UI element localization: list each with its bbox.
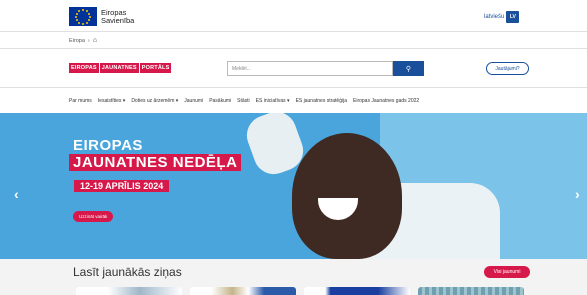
nav-item-get-involved[interactable]: Iesaistīties ▾	[98, 98, 126, 104]
portal-logo-word-1: EIROPAS	[69, 63, 99, 73]
news-card-image	[190, 287, 296, 295]
breadcrumb-divider	[0, 48, 587, 49]
header-divider	[0, 31, 587, 32]
eu-logo-text: Eiropas Savienība	[101, 8, 135, 25]
home-icon[interactable]: ⌂	[93, 37, 97, 44]
hero-title: EIROPAS JAUNATNES NEDĒĻA	[69, 137, 242, 171]
news-card[interactable]	[304, 287, 410, 295]
news-card[interactable]	[76, 287, 182, 295]
news-card-image	[304, 287, 410, 295]
news-card[interactable]	[190, 287, 296, 295]
language-label: latviešu	[484, 14, 505, 20]
eu-logo-line2: Savienība	[101, 15, 135, 25]
nav-item-events[interactable]: Pasākumi	[209, 98, 231, 104]
hero-title-line2: JAUNATNES NEDĒĻA	[69, 154, 242, 171]
hero-person-face	[292, 133, 402, 259]
hero-date: 12-19 APRĪLIS 2024	[74, 180, 170, 192]
breadcrumb-root[interactable]: Eiropa	[69, 38, 85, 44]
carousel-prev-icon[interactable]: ‹	[14, 186, 19, 202]
nav-item-about[interactable]: Par mums	[69, 98, 92, 104]
youth-portal-logo[interactable]: EIROPAS JAUNATNES PORTĀLS	[69, 63, 172, 73]
nav-item-go-abroad[interactable]: Doties uz ārzemēm ▾	[131, 98, 178, 104]
news-card-image	[418, 287, 524, 295]
nav-item-youth-year[interactable]: Eiropas Jaunatnes gads 2022	[353, 98, 419, 104]
hero-title-line1: EIROPAS	[73, 137, 143, 154]
eu-logo[interactable]: Eiropas Savienība	[69, 7, 134, 26]
questions-button[interactable]: Jautājumi?	[486, 62, 529, 75]
portal-divider	[0, 87, 587, 88]
portal-logo-word-2: JAUNATNES	[99, 63, 139, 73]
news-section-title: Lasīt jaunākās ziņas	[73, 265, 182, 279]
search-input[interactable]: Meklēt...	[227, 61, 393, 76]
nav-item-youth-strategy[interactable]: ES jaunatnes stratēģija	[296, 98, 347, 104]
eu-flag-icon	[69, 7, 97, 26]
portal-logo-word-3: PORTĀLS	[139, 63, 172, 73]
carousel-next-icon[interactable]: ›	[575, 186, 580, 202]
nav-item-stories[interactable]: Stāsti	[237, 98, 250, 104]
language-code-icon: LV	[506, 11, 520, 23]
news-card-image	[76, 287, 182, 295]
top-bar: Eiropas Savienība latviešu LV	[0, 0, 587, 33]
learn-more-button[interactable]: Uzzināt vairāk	[73, 211, 114, 222]
nav-item-eu-initiatives[interactable]: ES iniciatīvas ▾	[256, 98, 290, 104]
breadcrumb: Eiropa › ⌂	[69, 37, 97, 44]
language-selector[interactable]: latviešu LV	[484, 11, 520, 23]
nav-item-news[interactable]: Jaunumi	[184, 98, 203, 104]
news-card[interactable]	[418, 287, 524, 295]
search-icon: ⚲	[405, 65, 412, 73]
breadcrumb-separator: ›	[87, 37, 90, 44]
search-button[interactable]: ⚲	[393, 61, 424, 76]
main-nav: Par mums Iesaistīties ▾ Doties uz ārzemē…	[69, 98, 419, 104]
all-news-button[interactable]: Visi jaunumi	[484, 266, 530, 278]
